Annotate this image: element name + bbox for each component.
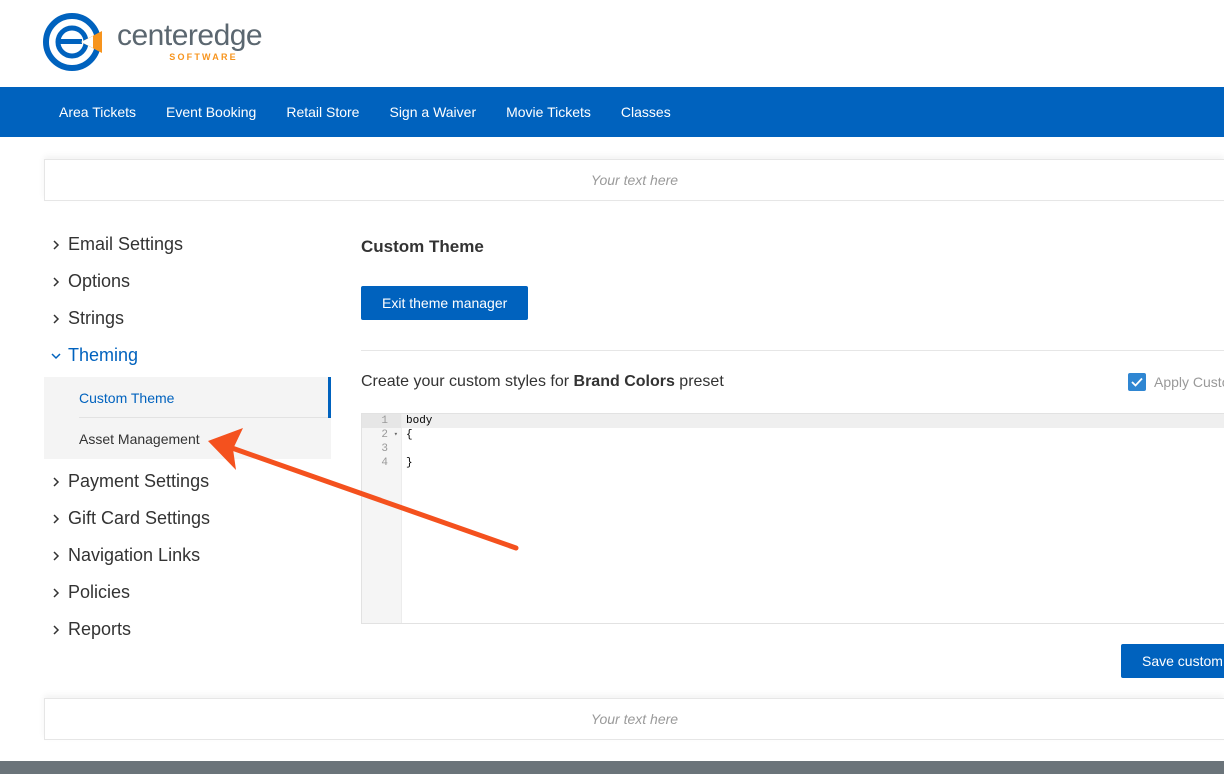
sidebar-item-label: Navigation Links	[68, 545, 201, 565]
sidebar-item-options[interactable]: Options	[44, 263, 331, 300]
code-line: {	[406, 429, 413, 441]
submenu-item-asset-management[interactable]: Asset Management	[44, 418, 331, 459]
chevron-right-icon	[44, 513, 68, 525]
logo[interactable]: centeredge SOFTWARE	[43, 13, 263, 73]
chevron-right-icon	[44, 624, 68, 636]
css-code-editor[interactable]: 1 2 ▾ 3 4 body { }	[361, 413, 1224, 624]
footer	[0, 761, 1224, 774]
sidebar-item-reports[interactable]: Reports	[44, 611, 331, 648]
header: centeredge SOFTWARE	[0, 0, 1224, 87]
sidebar-item-label: Theming	[68, 345, 139, 365]
centeredge-logo-icon	[43, 13, 102, 71]
nav-classes[interactable]: Classes	[606, 87, 686, 137]
fold-arrow-icon[interactable]: ▾	[394, 428, 398, 442]
chevron-right-icon	[44, 476, 68, 488]
chevron-right-icon	[44, 550, 68, 562]
save-custom-button[interactable]: Save custom	[1121, 644, 1224, 678]
editor-gutter: 1 2 ▾ 3 4	[362, 414, 402, 623]
sidebar-item-payment-settings[interactable]: Payment Settings	[44, 463, 331, 500]
sidebar-item-label: Options	[68, 271, 131, 291]
brand-sub: SOFTWARE	[169, 51, 238, 62]
nav-sign-a-waiver[interactable]: Sign a Waiver	[374, 87, 491, 137]
checkmark-icon	[1131, 377, 1143, 387]
apply-checkbox[interactable]	[1128, 373, 1146, 391]
nav-area-tickets[interactable]: Area Tickets	[44, 87, 151, 137]
line-number: 2 ▾	[381, 428, 398, 442]
apply-label: Apply Custo	[1154, 374, 1224, 390]
line-number: 4	[381, 457, 388, 469]
settings-sidebar: Email Settings Options Strings Theming C…	[44, 226, 331, 648]
sidebar-item-label: Reports	[68, 619, 132, 639]
page: centeredge SOFTWARE Area Tickets Event B…	[0, 0, 1224, 774]
sidebar-item-label: Strings	[68, 308, 125, 328]
top-banner: Your text here	[44, 159, 1224, 201]
theming-submenu: Custom Theme Asset Management	[44, 377, 331, 459]
chevron-right-icon	[44, 587, 68, 599]
sidebar-item-policies[interactable]: Policies	[44, 574, 331, 611]
preset-description: Create your custom styles for Brand Colo…	[361, 373, 724, 391]
exit-theme-manager-button[interactable]: Exit theme manager	[361, 286, 529, 320]
nav-event-booking[interactable]: Event Booking	[151, 87, 271, 137]
main-nav: Area Tickets Event Booking Retail Store …	[0, 87, 1224, 137]
preset-suffix: preset	[674, 373, 724, 390]
theme-panel: Custom Theme Exit theme manager Create y…	[361, 226, 1224, 678]
apply-checkbox-row[interactable]: Apply Custo	[1128, 373, 1224, 391]
sidebar-item-label: Gift Card Settings	[68, 508, 211, 528]
chevron-right-icon	[44, 313, 68, 325]
divider	[361, 350, 1224, 351]
code-line: }	[406, 457, 413, 469]
sidebar-item-label: Policies	[68, 582, 131, 602]
sidebar-item-email-settings[interactable]: Email Settings	[44, 226, 331, 263]
sidebar-item-strings[interactable]: Strings	[44, 300, 331, 337]
submenu-item-custom-theme[interactable]: Custom Theme	[44, 377, 331, 418]
sidebar-item-label: Email Settings	[68, 234, 184, 254]
line-number: 3	[381, 443, 388, 455]
bottom-banner-text: Your text here	[590, 711, 679, 727]
preset-name: Brand Colors	[573, 373, 675, 390]
line-number: 1	[362, 414, 401, 428]
sidebar-item-gift-card-settings[interactable]: Gift Card Settings	[44, 500, 331, 537]
nav-retail-store[interactable]: Retail Store	[271, 87, 374, 137]
sidebar-item-label: Payment Settings	[68, 471, 210, 491]
chevron-right-icon	[44, 239, 68, 251]
editor-code-area[interactable]: body { }	[402, 414, 1224, 470]
page-title: Custom Theme	[361, 237, 484, 256]
sidebar-item-navigation-links[interactable]: Navigation Links	[44, 537, 331, 574]
top-banner-text: Your text here	[590, 172, 679, 188]
sidebar-item-theming[interactable]: Theming	[44, 337, 331, 374]
chevron-down-icon	[44, 352, 68, 360]
preset-prefix: Create your custom styles for	[361, 373, 574, 390]
chevron-right-icon	[44, 276, 68, 288]
nav-movie-tickets[interactable]: Movie Tickets	[491, 87, 606, 137]
bottom-banner: Your text here	[44, 698, 1224, 740]
brand-name: centeredge	[117, 18, 263, 52]
code-line: body	[402, 414, 1224, 428]
